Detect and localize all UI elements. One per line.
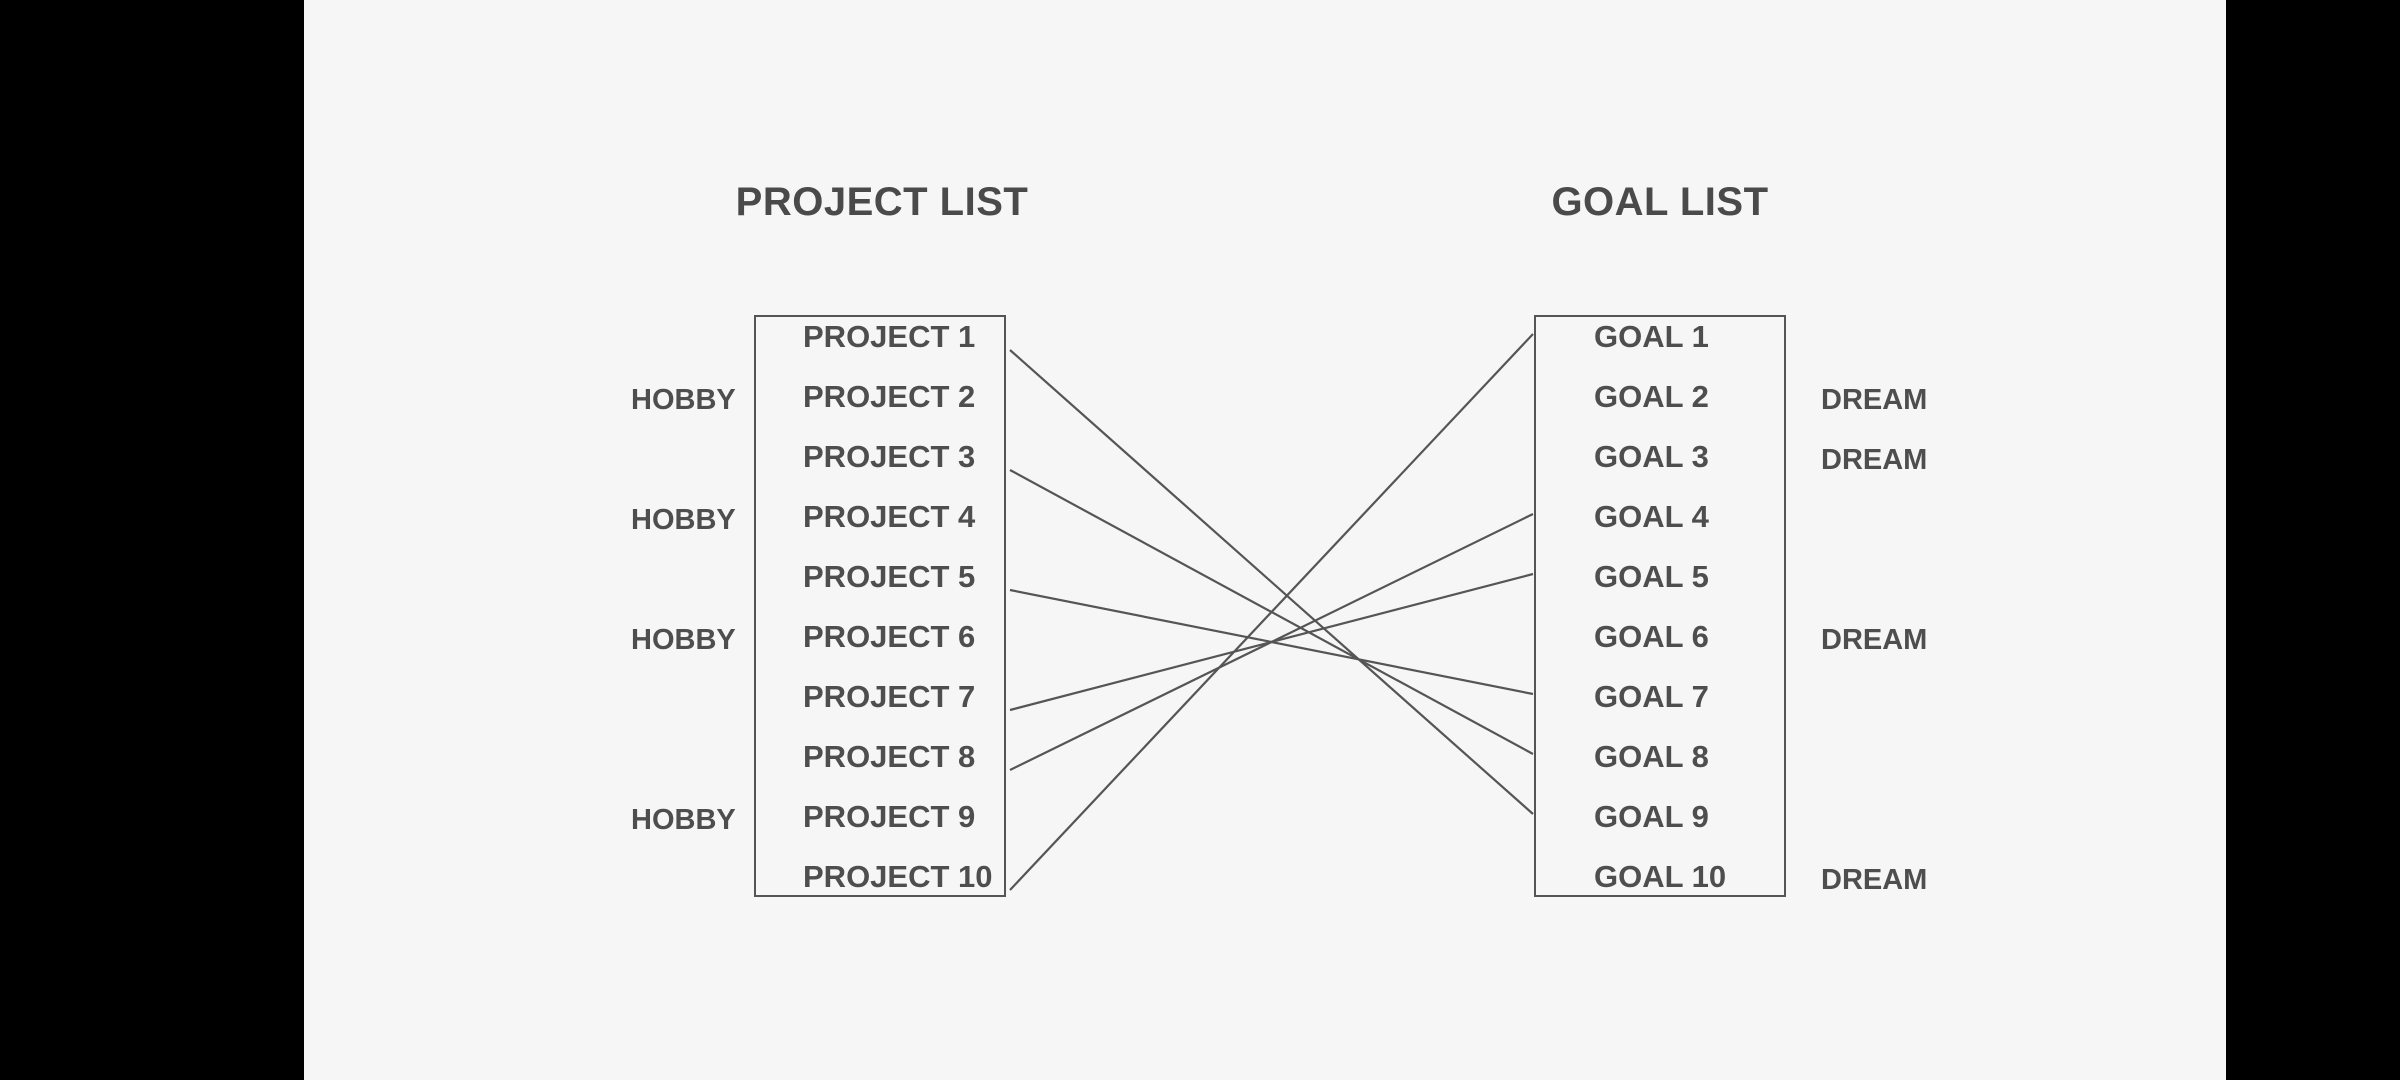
goal-item-9: GOAL 9 bbox=[1594, 799, 1709, 834]
project-item-6: PROJECT 6 bbox=[803, 619, 976, 654]
dream-tag-row-3: DREAM bbox=[1821, 444, 1928, 476]
slide-canvas bbox=[304, 0, 2226, 1080]
goal-item-10: GOAL 10 bbox=[1594, 859, 1727, 894]
dream-tag-row-2: DREAM bbox=[1821, 384, 1928, 416]
letterbox-left bbox=[0, 0, 304, 1080]
goal-item-5: GOAL 5 bbox=[1594, 559, 1709, 594]
project-item-1: PROJECT 1 bbox=[803, 319, 976, 354]
goal-item-4: GOAL 4 bbox=[1594, 499, 1709, 534]
hobby-tag-row-9: HOBBY bbox=[631, 804, 736, 836]
project-item-5: PROJECT 5 bbox=[803, 559, 976, 594]
goal-item-6: GOAL 6 bbox=[1594, 619, 1709, 654]
goal-item-1: GOAL 1 bbox=[1594, 319, 1709, 354]
project-item-10: PROJECT 10 bbox=[803, 859, 993, 894]
dream-tag-row-10: DREAM bbox=[1821, 864, 1928, 896]
project-item-2: PROJECT 2 bbox=[803, 379, 976, 414]
goal-item-7: GOAL 7 bbox=[1594, 679, 1709, 714]
dream-tag-row-6: DREAM bbox=[1821, 624, 1928, 656]
letterbox-right bbox=[2226, 0, 2400, 1080]
hobby-tag-row-6: HOBBY bbox=[631, 624, 736, 656]
goal-list-title: GOAL LIST bbox=[1551, 180, 1769, 224]
project-item-3: PROJECT 3 bbox=[803, 439, 976, 474]
goal-item-2: GOAL 2 bbox=[1594, 379, 1709, 414]
project-item-4: PROJECT 4 bbox=[803, 499, 976, 534]
project-item-8: PROJECT 8 bbox=[803, 739, 976, 774]
goal-item-8: GOAL 8 bbox=[1594, 739, 1709, 774]
goal-item-3: GOAL 3 bbox=[1594, 439, 1709, 474]
project-item-9: PROJECT 9 bbox=[803, 799, 976, 834]
project-item-7: PROJECT 7 bbox=[803, 679, 976, 714]
project-list-title: PROJECT LIST bbox=[735, 180, 1029, 224]
hobby-tag-row-2: HOBBY bbox=[631, 384, 736, 416]
hobby-tag-row-4: HOBBY bbox=[631, 504, 736, 536]
